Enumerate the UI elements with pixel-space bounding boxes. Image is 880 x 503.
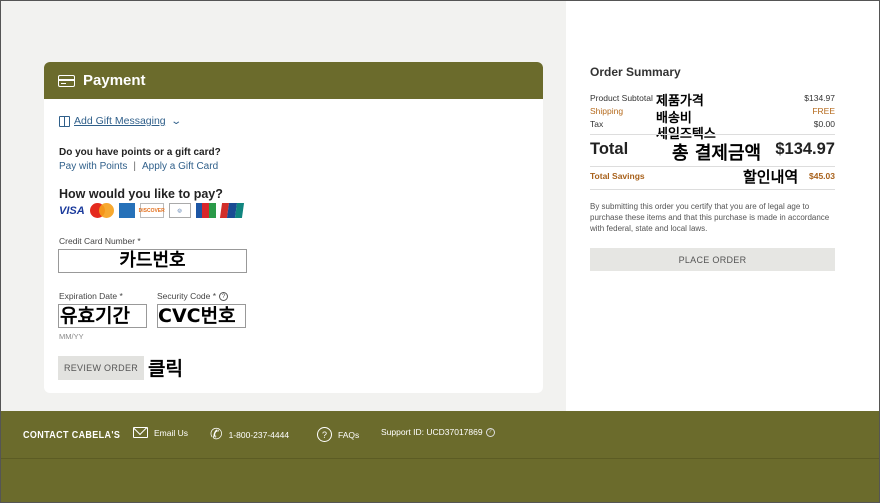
credit-card-icon (58, 74, 75, 87)
help-circle-icon[interactable]: ? (485, 427, 495, 437)
order-summary-panel: Order Summary Product Subtotal $134.97 제… (566, 1, 879, 411)
row-label: Tax (590, 119, 604, 129)
unionpay-icon (219, 203, 244, 218)
faqs-label: FAQs (338, 429, 360, 440)
checkout-page: Payment Add Gift Messaging ⌄ Do you have… (0, 0, 880, 503)
faq-icon: ? (317, 427, 332, 442)
phone-icon: ✆ (210, 426, 223, 443)
jcb-icon (195, 203, 216, 218)
click-annotation: 클릭 (148, 358, 183, 380)
order-summary-title: Order Summary (590, 65, 681, 79)
faqs-link[interactable]: ? FAQs (317, 427, 359, 442)
help-circle-icon[interactable]: ? (219, 291, 229, 301)
expiration-date-label: Expiration Date * (59, 291, 123, 301)
row-value: FREE (812, 106, 835, 116)
total-savings-row: Total Savings $45.03 (590, 171, 835, 181)
pay-with-points-link[interactable]: Pay with Points (59, 161, 127, 172)
expiration-format-hint: MM/YY (59, 332, 84, 341)
apply-gift-card-link[interactable]: Apply a Gift Card (142, 161, 218, 172)
payment-header: Payment (44, 62, 543, 99)
divider (590, 166, 835, 167)
review-order-button[interactable]: REVIEW ORDER (58, 356, 144, 380)
legal-disclaimer: By submitting this order you certify tha… (590, 202, 830, 233)
footer: CONTACT CABELA'S Email Us ✆ 1-800-237-44… (1, 411, 879, 502)
phone-link[interactable]: ✆ 1-800-237-4444 (210, 427, 289, 442)
support-id: Support ID: UCD37017869 ? (381, 427, 495, 437)
row-value: $0.00 (813, 119, 835, 129)
place-order-button[interactable]: PLACE ORDER (590, 248, 835, 271)
points-question: Do you have points or a gift card? (59, 147, 221, 158)
total-annotation: 총 결제금액 (672, 143, 762, 164)
footer-divider (1, 458, 879, 459)
credit-card-label: Credit Card Number * (59, 236, 141, 246)
payment-card: Payment Add Gift Messaging ⌄ Do you have… (44, 62, 543, 393)
expiration-date-input[interactable]: 유효기간 (58, 304, 147, 328)
total-value: $134.97 (775, 140, 835, 158)
row-value: $134.97 (804, 93, 835, 103)
credit-card-number-input[interactable]: 카드번호 (58, 249, 247, 273)
support-id-label: Support ID: UCD37017869 (381, 427, 483, 437)
points-links: Pay with Points | Apply a Gift Card (59, 161, 218, 172)
discover-icon: DISCOVER (139, 203, 165, 218)
link-separator: | (133, 161, 136, 172)
email-label: Email Us (154, 427, 189, 438)
visa-icon: VISA (59, 204, 85, 217)
savings-value: $45.03 (809, 171, 835, 181)
gift-messaging-label: Add Gift Messaging (74, 115, 166, 127)
diners-club-icon: ◎ (168, 203, 191, 218)
add-gift-messaging-link[interactable]: Add Gift Messaging ⌄ (59, 115, 182, 127)
payment-method-question: How would you like to pay? (59, 187, 223, 201)
security-code-input[interactable]: CVC번호 (157, 304, 246, 328)
mastercard-icon (89, 203, 114, 218)
gift-icon (59, 115, 70, 127)
payment-title: Payment (83, 72, 146, 89)
security-code-label: Security Code * (157, 291, 217, 301)
savings-label: Total Savings (590, 171, 645, 181)
card-brand-logos: VISA DISCOVER ◎ (59, 203, 244, 218)
divider (590, 189, 835, 190)
product-subtotal-row: Product Subtotal $134.97 (590, 93, 835, 103)
row-label: Shipping (590, 106, 624, 116)
contact-heading: CONTACT CABELA'S (23, 430, 121, 441)
total-label: Total (590, 140, 629, 158)
phone-label: 1-800-237-4444 (228, 429, 290, 440)
shipping-row: Shipping FREE (590, 106, 835, 116)
security-code-label-row: Security Code * ? (157, 291, 229, 301)
mail-icon (133, 427, 148, 438)
amex-icon (118, 203, 135, 218)
savings-annotation: 할인내역 (743, 168, 799, 186)
chevron-down-icon: ⌄ (169, 115, 182, 127)
email-us-link[interactable]: Email Us (133, 427, 188, 438)
divider (590, 134, 835, 135)
row-label: Product Subtotal (590, 93, 653, 103)
